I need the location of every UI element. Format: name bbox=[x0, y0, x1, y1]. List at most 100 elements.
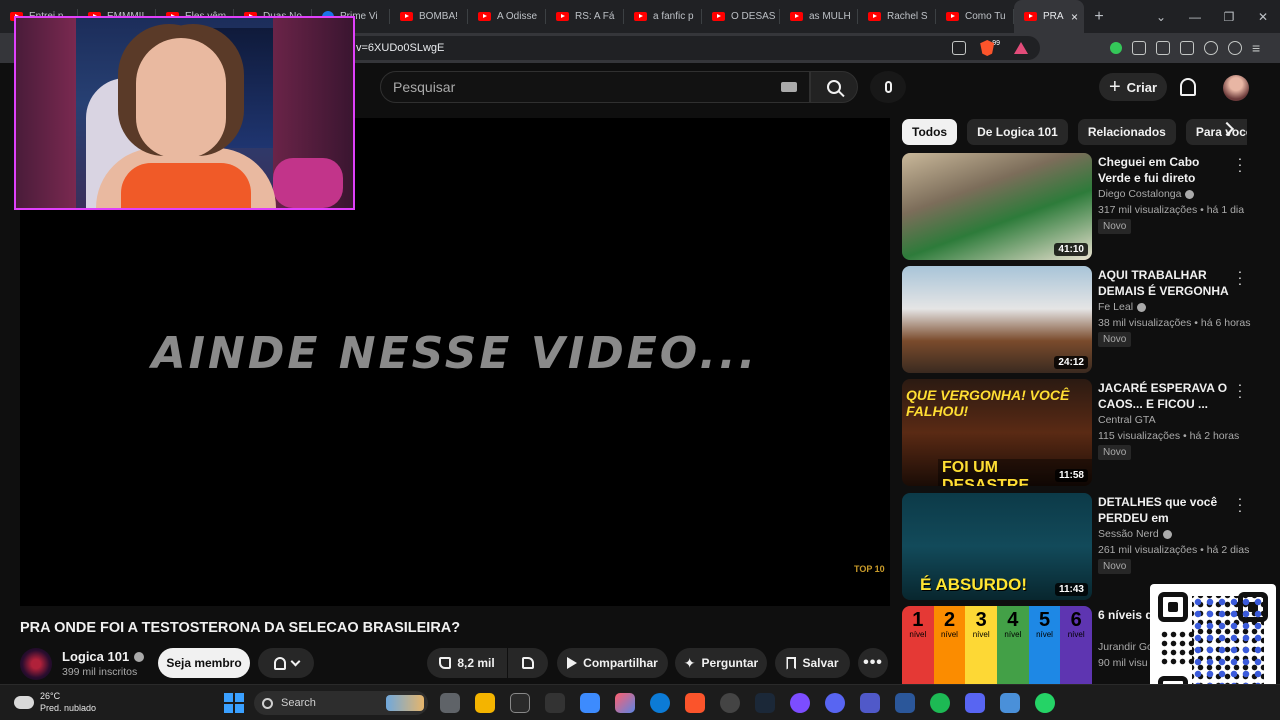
recommended-channel[interactable]: Fe Leal bbox=[1098, 301, 1147, 313]
channel-name[interactable]: Logica 101 bbox=[62, 649, 145, 664]
word-icon[interactable] bbox=[895, 693, 915, 713]
more-actions-button[interactable]: ••• bbox=[858, 648, 888, 678]
more-vertical-icon[interactable]: · · · bbox=[1235, 151, 1245, 177]
video-thumbnail[interactable]: 1 nível 2 nível 3 nível 4 nível 5 nível 6 níve… bbox=[902, 606, 1092, 684]
taskbar-search[interactable]: Search bbox=[254, 691, 428, 715]
recommended-channel[interactable]: Sessão Nerd bbox=[1098, 528, 1172, 540]
ai-sparkle-icon[interactable] bbox=[1204, 41, 1218, 55]
browser-tab[interactable]: as MULH bbox=[780, 0, 858, 33]
address-bar[interactable]: v=6XUDo0SLwgE 99 bbox=[340, 36, 1040, 60]
chip-from-channel[interactable]: De Logica 101 bbox=[967, 119, 1068, 145]
recommended-video[interactable]: 24:12 AQUI TRABALHAR DEMAIS É VERGONHA (… bbox=[902, 264, 1252, 374]
edge-icon[interactable] bbox=[650, 693, 670, 713]
video-thumbnail[interactable]: 41:10 bbox=[902, 153, 1092, 260]
recommended-video[interactable]: 41:10 Cheguei em Cabo Verde e fui direto… bbox=[902, 151, 1252, 261]
save-label: Salvar bbox=[802, 656, 839, 670]
minimize-icon[interactable]: — bbox=[1178, 10, 1212, 24]
browser-tab-active[interactable]: PRA × bbox=[1014, 0, 1084, 33]
browser-tab[interactable]: BOMBA! bbox=[390, 0, 468, 33]
sidebar-icon[interactable] bbox=[1156, 41, 1170, 55]
extension-status-icon[interactable] bbox=[1110, 42, 1122, 54]
channel-avatar[interactable] bbox=[20, 648, 52, 680]
browser-tab[interactable]: A Odisse bbox=[468, 0, 546, 33]
file-explorer-icon[interactable] bbox=[475, 693, 495, 713]
more-vertical-icon[interactable]: · · · bbox=[1235, 377, 1245, 403]
youtube-icon bbox=[634, 12, 647, 21]
recommended-channel[interactable]: Central GTA bbox=[1098, 414, 1156, 426]
whatsapp-icon[interactable] bbox=[1035, 693, 1055, 713]
level-column: 5 nível bbox=[1028, 606, 1061, 684]
spotify-icon[interactable] bbox=[930, 693, 950, 713]
recommended-channel-name: Jurandir Go bbox=[1098, 641, 1153, 653]
close-icon[interactable]: × bbox=[1071, 10, 1078, 24]
browser-tab[interactable]: RS: A Fá bbox=[546, 0, 624, 33]
new-tab-button[interactable]: + bbox=[1084, 8, 1114, 26]
chip-all[interactable]: Todos bbox=[902, 119, 958, 145]
store-icon[interactable] bbox=[510, 693, 530, 713]
recommended-channel[interactable]: Diego Costalonga bbox=[1098, 188, 1195, 200]
recommended-video[interactable]: QUE VERGONHA! VOCÊ FALHOU! FOI UM DESAST… bbox=[902, 377, 1252, 487]
create-button[interactable]: + Criar bbox=[1099, 73, 1167, 101]
video-thumbnail[interactable]: É ABSURDO! 11:43 bbox=[902, 493, 1092, 600]
more-vertical-icon[interactable]: · · · bbox=[1235, 491, 1245, 517]
recommended-video-title[interactable]: DETALHES que você PERDEU em MESTRES ... bbox=[1098, 494, 1230, 527]
recommended-video-title[interactable]: Cheguei em Cabo Verde e fui direto conhe… bbox=[1098, 154, 1230, 187]
qr-finder bbox=[1158, 592, 1188, 622]
brave-shield-icon[interactable] bbox=[980, 40, 995, 56]
microsoft-store-icon[interactable] bbox=[580, 693, 600, 713]
join-member-button[interactable]: Seja membro bbox=[158, 648, 250, 678]
windows-start-icon[interactable] bbox=[224, 693, 244, 713]
epic-games-icon[interactable] bbox=[545, 693, 565, 713]
youtube-icon bbox=[868, 12, 881, 21]
app-circle-icon[interactable] bbox=[790, 693, 810, 713]
subscriber-count: 399 mil inscritos bbox=[62, 666, 138, 678]
app-target-icon[interactable] bbox=[825, 693, 845, 713]
extensions-puzzle-icon[interactable] bbox=[1132, 41, 1146, 55]
chip-for-you[interactable]: Para você bbox=[1185, 119, 1247, 145]
brave-rewards-icon[interactable] bbox=[1014, 42, 1028, 54]
video-thumbnail[interactable]: QUE VERGONHA! VOCÊ FALHOU! FOI UM DESAST… bbox=[902, 379, 1092, 486]
cast-icon[interactable] bbox=[952, 41, 967, 55]
voice-search-button[interactable] bbox=[870, 71, 906, 103]
video-thumbnail[interactable]: 24:12 bbox=[902, 266, 1092, 373]
tab-search-chevron-icon[interactable]: ⌄ bbox=[1144, 10, 1178, 24]
recommended-video-title[interactable]: JACARÉ ESPERAVA O CAOS... E FICOU ... bbox=[1098, 380, 1230, 412]
browser-tab[interactable]: O DESAS bbox=[702, 0, 780, 33]
recommended-channel[interactable]: Jurandir Go bbox=[1098, 641, 1153, 653]
dislike-button[interactable] bbox=[508, 648, 548, 678]
discord-icon[interactable] bbox=[965, 693, 985, 713]
new-badge: Novo bbox=[1098, 445, 1132, 460]
notifications-bell-icon[interactable] bbox=[1180, 78, 1196, 96]
more-vertical-icon[interactable]: · · · bbox=[1235, 264, 1245, 290]
window-close-icon[interactable]: ✕ bbox=[1246, 10, 1280, 24]
clock-icon[interactable] bbox=[720, 693, 740, 713]
wallet-icon[interactable] bbox=[1180, 41, 1194, 55]
search-button[interactable] bbox=[810, 71, 858, 103]
restore-icon[interactable]: ❐ bbox=[1212, 10, 1246, 24]
browser-menu-icon[interactable]: ≡ bbox=[1252, 40, 1260, 56]
recommended-video-title[interactable]: AQUI TRABALHAR DEMAIS É VERGONHA (... bbox=[1098, 267, 1230, 300]
browser-tab[interactable]: Como Tu bbox=[936, 0, 1014, 33]
save-button[interactable]: Salvar bbox=[775, 648, 850, 678]
steam-icon[interactable] bbox=[755, 693, 775, 713]
share-button[interactable]: Compartilhar bbox=[557, 648, 668, 678]
url-text: v=6XUDo0SLwgE bbox=[356, 42, 445, 54]
like-count: 8,2 mil bbox=[457, 656, 495, 670]
brave-icon[interactable] bbox=[685, 693, 705, 713]
chip-related[interactable]: Relacionados bbox=[1077, 119, 1176, 145]
ask-button[interactable]: ✦ Perguntar bbox=[675, 648, 767, 678]
search-input[interactable]: Pesquisar bbox=[380, 71, 810, 103]
recommended-channel-name: Sessão Nerd bbox=[1098, 528, 1159, 540]
weather-widget[interactable]: 26°C Pred. nublado bbox=[14, 690, 96, 714]
copilot-icon[interactable] bbox=[615, 693, 635, 713]
teams-icon[interactable] bbox=[860, 693, 880, 713]
subscription-notify-button[interactable] bbox=[258, 648, 314, 678]
task-view-icon[interactable] bbox=[440, 693, 460, 713]
account-avatar[interactable] bbox=[1223, 75, 1249, 101]
like-button[interactable]: 8,2 mil bbox=[427, 648, 507, 678]
photos-icon[interactable] bbox=[1000, 693, 1020, 713]
vpn-shield-icon[interactable] bbox=[1228, 41, 1242, 55]
keyboard-icon[interactable] bbox=[781, 82, 797, 92]
browser-tab[interactable]: a fanfic p bbox=[624, 0, 702, 33]
browser-tab[interactable]: Rachel S bbox=[858, 0, 936, 33]
